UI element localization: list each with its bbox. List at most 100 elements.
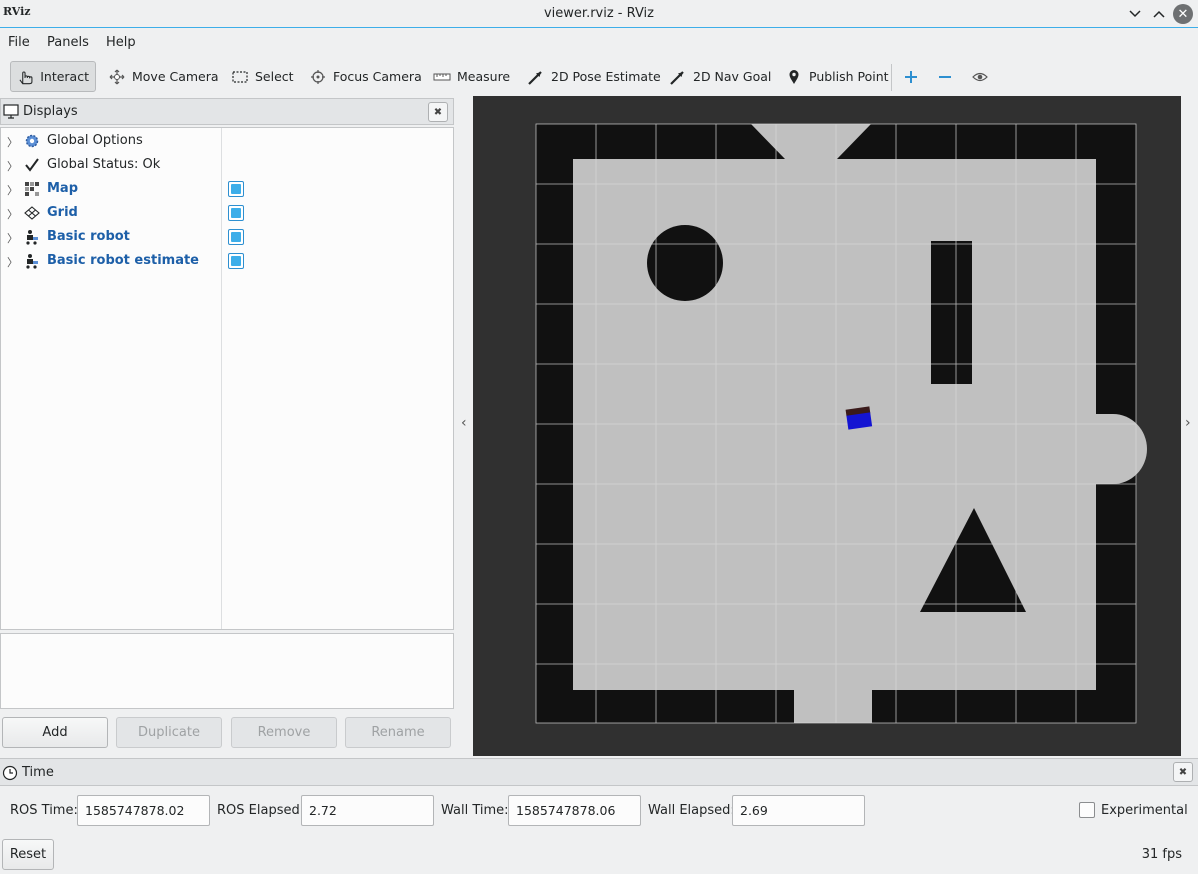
tool-move-camera[interactable]: Move Camera [102,61,225,92]
menu-file[interactable]: File [8,35,30,50]
wall-elapsed-field[interactable]: 2.69 [732,795,865,826]
clock-icon [2,765,18,781]
displays-panel-close-button[interactable]: ✖ [428,102,448,122]
render-viewport[interactable] [473,96,1181,756]
displays-panel-title: Displays [23,104,78,119]
add-tool-button[interactable] [898,61,924,92]
remove-tool-button[interactable] [932,61,958,92]
display-label: Global Options [47,133,143,148]
remove-display-button[interactable]: Remove [231,717,337,748]
minus-icon [939,75,951,78]
collapse-left-icon[interactable]: ‹ [461,415,467,431]
expand-arrow-icon[interactable]: 〉 [7,158,18,174]
display-row-global-status[interactable]: 〉 Global Status: Ok [1,153,453,177]
experimental-checkbox[interactable] [1079,802,1095,818]
expand-arrow-icon[interactable]: 〉 [7,230,18,246]
reset-button[interactable]: Reset [2,839,54,870]
select-rectangle-icon [232,70,248,83]
tool-properties-button[interactable] [966,61,994,92]
minimize-button[interactable] [1125,4,1145,24]
display-row-global-options[interactable]: 〉 Global Options [1,129,453,153]
menu-bar: File Panels Help [0,29,1198,56]
focus-camera-icon [311,69,325,84]
ros-time-field[interactable]: 1585747878.02 [77,795,210,826]
display-enabled-checkbox[interactable] [228,181,244,197]
tool-publish-point-label: Publish Point [809,69,889,84]
tool-select-label: Select [255,69,294,84]
map-bar-obstacle [931,241,972,384]
display-row-grid[interactable]: 〉 Grid [1,201,453,225]
robot-icon [26,254,38,269]
eye-icon [972,72,988,81]
ros-elapsed-label: ROS Elapsed: [217,803,305,818]
chevron-up-icon [1153,10,1165,18]
tool-2d-nav-goal-label: 2D Nav Goal [693,69,772,84]
tool-2d-pose-estimate[interactable]: 2D Pose Estimate [521,61,667,92]
tool-publish-point[interactable]: Publish Point [779,61,895,92]
wall-time-field[interactable]: 1585747878.06 [508,795,641,826]
experimental-label: Experimental [1101,803,1188,818]
display-row-basic-robot[interactable]: 〉 Basic robot [1,225,453,249]
collapse-right-icon[interactable]: › [1185,415,1191,431]
tool-select[interactable]: Select [225,61,300,92]
display-row-map[interactable]: 〉 Map [1,177,453,201]
map-right-alcove [1096,414,1147,484]
grid-icon [24,206,40,220]
expand-arrow-icon[interactable]: 〉 [7,206,18,222]
display-enabled-checkbox[interactable] [228,253,244,269]
map-icon [25,182,39,196]
move-camera-icon [109,69,125,84]
close-window-button[interactable]: ✕ [1173,4,1193,24]
tool-focus-camera[interactable]: Focus Camera [303,61,428,92]
map-pin-icon [789,69,799,84]
chevron-down-icon [1129,10,1141,18]
plus-icon [905,70,917,83]
hand-pointer-icon [19,71,33,84]
checkmark-icon [25,158,39,172]
map-view[interactable] [473,96,1181,756]
wall-elapsed-label: Wall Elapsed: [648,803,735,818]
expand-arrow-icon[interactable]: 〉 [7,182,18,198]
display-enabled-checkbox[interactable] [228,229,244,245]
display-row-basic-robot-estimate[interactable]: 〉 Basic robot estimate [1,249,453,273]
map-bottom-opening [794,690,872,723]
maximize-button[interactable] [1149,4,1169,24]
green-arrow-icon [528,70,542,85]
duplicate-display-button[interactable]: Duplicate [116,717,222,748]
status-bar: Reset 31 fps [0,836,1198,874]
close-icon: ✕ [1177,6,1189,22]
tool-2d-nav-goal[interactable]: 2D Nav Goal [663,61,777,92]
time-panel-title: Time [22,765,54,780]
tool-interact-label: Interact [40,69,89,84]
robot-icon [26,230,38,245]
robot-marker [845,406,873,430]
tool-measure[interactable]: Measure [427,61,516,92]
toolbar: Interact Move Camera Select Focus Camera… [0,58,1198,96]
add-display-button[interactable]: Add [2,717,108,748]
time-panel-header: Time ✖ [0,758,1198,786]
menu-panels[interactable]: Panels [47,35,89,50]
toolbar-separator [891,64,892,91]
expand-arrow-icon[interactable]: 〉 [7,254,18,270]
monitor-icon [3,104,19,119]
time-panel: ROS Time: 1585747878.02 ROS Elapsed: 2.7… [0,787,1198,833]
tool-move-camera-label: Move Camera [132,69,219,84]
time-panel-close-button[interactable]: ✖ [1173,762,1193,782]
tool-focus-camera-label: Focus Camera [333,69,422,84]
gear-icon [25,134,39,148]
close-icon: ✖ [1178,766,1188,778]
display-description-box [0,633,454,709]
fps-counter: 31 fps [1141,847,1182,862]
ros-elapsed-field[interactable]: 2.72 [301,795,434,826]
display-label: Grid [47,205,78,220]
map-round-obstacle [647,225,723,301]
rename-display-button[interactable]: Rename [345,717,451,748]
display-enabled-checkbox[interactable] [228,205,244,221]
display-label: Basic robot estimate [47,253,200,268]
tool-interact[interactable]: Interact [10,61,96,92]
close-icon: ✖ [433,106,443,118]
menu-help[interactable]: Help [106,35,136,50]
expand-arrow-icon[interactable]: 〉 [7,134,18,150]
wall-time-label: Wall Time: [441,803,509,818]
ros-time-label: ROS Time: [10,803,78,818]
